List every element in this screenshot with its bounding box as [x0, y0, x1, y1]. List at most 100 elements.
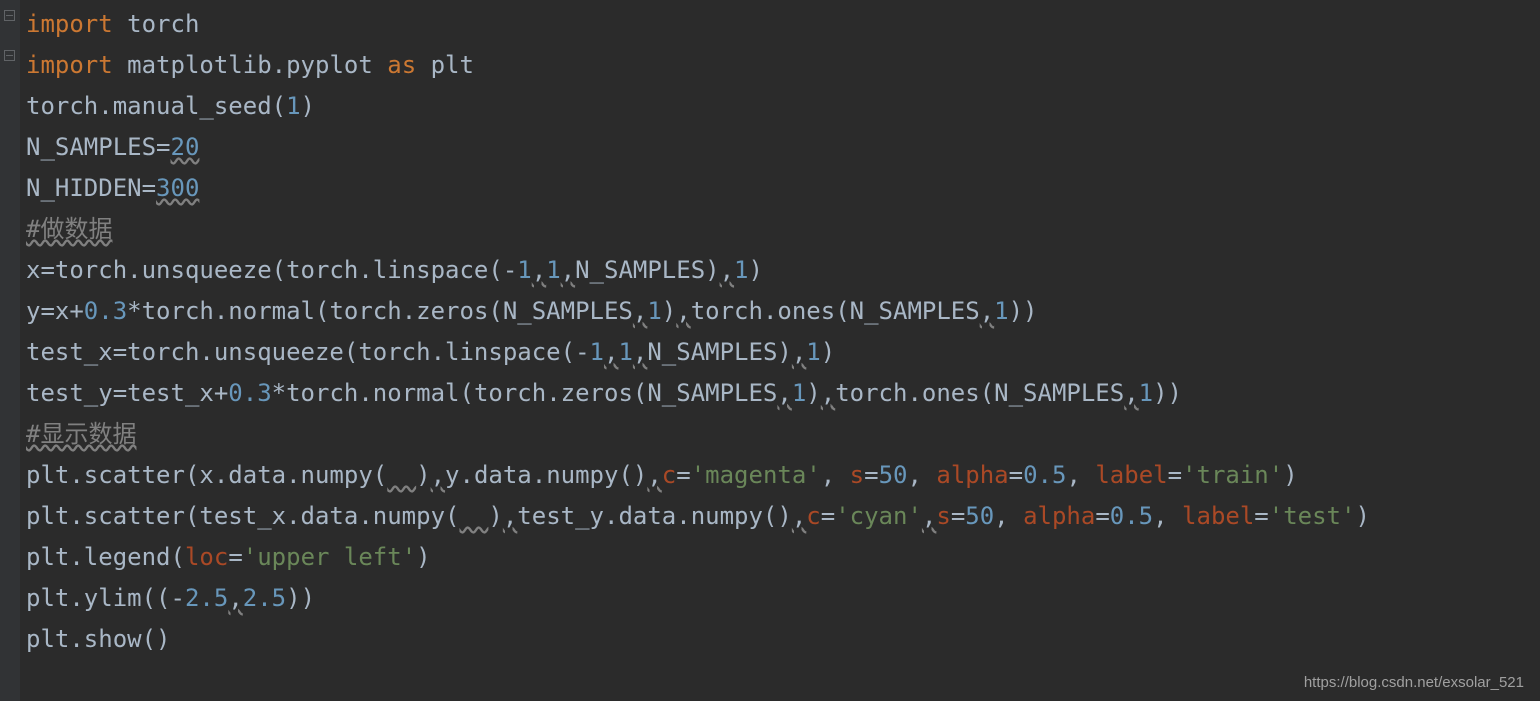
number-literal: 1: [647, 297, 661, 325]
code-line[interactable]: torch.manual_seed(1): [26, 86, 1534, 127]
number-literal: 0.5: [1110, 502, 1153, 530]
keyword-import: import: [26, 10, 113, 38]
code-text: plt.show(): [26, 625, 171, 653]
code-text: ): [416, 543, 430, 571]
keyword-as: as: [387, 51, 416, 79]
comma: ,: [633, 338, 647, 366]
param-name: alpha: [1023, 502, 1095, 530]
code-line[interactable]: plt.scatter(test_x.data.numpy( ),test_y.…: [26, 496, 1534, 537]
code-line[interactable]: plt.ylim((-2.5,2.5)): [26, 578, 1534, 619]
code-text: N_SAMPLES): [647, 338, 792, 366]
code-line[interactable]: x=torch.unsqueeze(torch.linspace(-1,1,N_…: [26, 250, 1534, 291]
code-text: ): [662, 297, 676, 325]
code-line[interactable]: plt.legend(loc='upper left'): [26, 537, 1534, 578]
number-literal: 1: [517, 256, 531, 284]
code-line[interactable]: y=x+0.3*torch.normal(torch.zeros(N_SAMPL…: [26, 291, 1534, 332]
string-literal: 'train': [1182, 461, 1283, 489]
comma: ,: [431, 461, 445, 489]
comma: ,: [980, 297, 994, 325]
code-text: torch.ones(N_SAMPLES: [691, 297, 980, 325]
code-text: N_SAMPLES): [575, 256, 720, 284]
code-text: =: [951, 502, 965, 530]
code-line[interactable]: import torch: [26, 4, 1534, 45]
string-literal: 'cyan': [835, 502, 922, 530]
code-text: N_HIDDEN=: [26, 174, 156, 202]
number-literal: 1: [286, 92, 300, 120]
number-literal: 1: [994, 297, 1008, 325]
code-text: test_y.data.numpy(): [517, 502, 792, 530]
code-line[interactable]: N_HIDDEN=300: [26, 168, 1534, 209]
comma: ,: [792, 502, 806, 530]
number-literal: 50: [879, 461, 908, 489]
fold-icon[interactable]: [4, 50, 16, 62]
code-text: *torch.normal(torch.zeros(N_SAMPLES: [127, 297, 633, 325]
whitespace-warn: [459, 502, 488, 530]
string-literal: 'upper left': [243, 543, 416, 571]
code-text: N_SAMPLES=: [26, 133, 171, 161]
code-text: ): [749, 256, 763, 284]
code-editor[interactable]: import torch import matplotlib.pyplot as…: [0, 0, 1540, 701]
code-text: ): [416, 461, 430, 489]
code-line[interactable]: test_x=torch.unsqueeze(torch.linspace(- 1…: [26, 332, 1534, 373]
fold-icon[interactable]: [4, 10, 16, 22]
code-text: y=x+: [26, 297, 84, 325]
code-text: torch.ones(N_SAMPLES: [835, 379, 1124, 407]
alias-name: plt: [416, 51, 474, 79]
code-text: =: [821, 502, 835, 530]
code-text: )): [1009, 297, 1038, 325]
code-text: y.data.numpy(): [445, 461, 647, 489]
param-name: loc: [185, 543, 228, 571]
code-text: ): [806, 379, 820, 407]
param-name: label: [1095, 461, 1167, 489]
comma: ,: [922, 502, 936, 530]
number-literal: 1: [618, 338, 632, 366]
comma: ,: [777, 379, 791, 407]
gutter: [0, 0, 20, 701]
code-text: plt.scatter(test_x.data.numpy(: [26, 502, 459, 530]
code-line[interactable]: plt.show(): [26, 619, 1534, 660]
comment: #显示数据: [26, 420, 136, 448]
code-text: ): [301, 92, 315, 120]
code-text: test_x=torch.unsqueeze(torch.linspace(-: [26, 338, 590, 366]
comma: ,: [720, 256, 734, 284]
code-text: ): [1355, 502, 1369, 530]
code-text: ,: [1066, 461, 1095, 489]
number-literal: 1: [546, 256, 560, 284]
code-line[interactable]: #显示数据: [26, 414, 1534, 455]
code-text: ,: [1153, 502, 1182, 530]
param-name: alpha: [936, 461, 1008, 489]
code-text: =: [1009, 461, 1023, 489]
keyword-import: import: [26, 51, 113, 79]
code-text: =: [1168, 461, 1182, 489]
code-text: =: [1254, 502, 1268, 530]
code-line[interactable]: plt.scatter(x.data.numpy( ),y.data.numpy…: [26, 455, 1534, 496]
code-text: =: [864, 461, 878, 489]
code-text: )): [286, 584, 315, 612]
code-text: torch.manual_seed(: [26, 92, 286, 120]
code-text: ,: [994, 502, 1023, 530]
code-text: x=torch.unsqueeze(torch.linspace(-: [26, 256, 517, 284]
code-line[interactable]: test_y=test_x+0.3*torch.normal(torch.zer…: [26, 373, 1534, 414]
code-text: =: [676, 461, 690, 489]
module-name: matplotlib.pyplot: [113, 51, 388, 79]
code-text: =: [228, 543, 242, 571]
code-line[interactable]: import matplotlib.pyplot as plt: [26, 45, 1534, 86]
code-text: ): [1283, 461, 1297, 489]
comma: ,: [228, 584, 242, 612]
param-name: s: [850, 461, 864, 489]
number-literal: 0.3: [84, 297, 127, 325]
comma: ,: [1124, 379, 1138, 407]
comma: ,: [532, 256, 546, 284]
code-line[interactable]: N_SAMPLES=20: [26, 127, 1534, 168]
number-literal: 2.5: [185, 584, 228, 612]
param-name: label: [1182, 502, 1254, 530]
comma: ,: [647, 461, 661, 489]
comma: ,: [561, 256, 575, 284]
number-literal: 1: [1139, 379, 1153, 407]
number-literal: 1: [806, 338, 820, 366]
code-area[interactable]: import torch import matplotlib.pyplot as…: [20, 0, 1540, 701]
param-name: c: [662, 461, 676, 489]
param-name: s: [936, 502, 950, 530]
code-line[interactable]: #做数据: [26, 209, 1534, 250]
string-literal: 'magenta': [691, 461, 821, 489]
